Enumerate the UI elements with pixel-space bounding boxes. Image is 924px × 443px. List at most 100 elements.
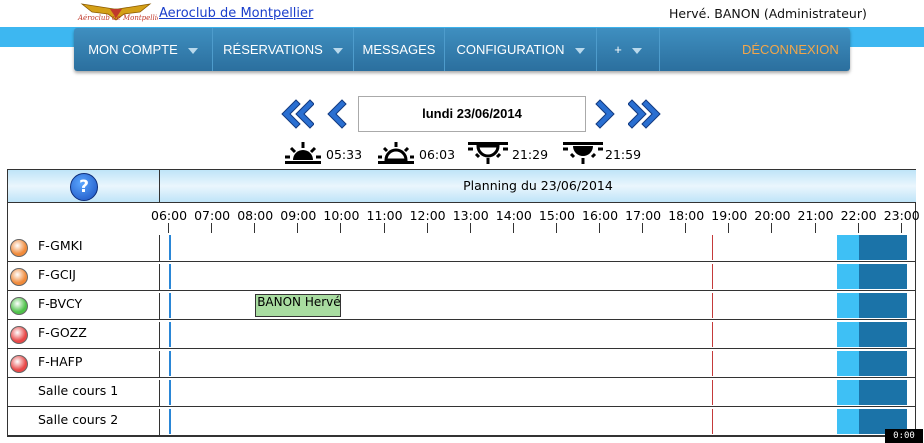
hour-tick bbox=[168, 223, 169, 233]
hour-tick bbox=[858, 223, 859, 233]
sunrise-icon bbox=[378, 142, 414, 164]
nav-configuration[interactable]: CONFIGURATION bbox=[445, 28, 597, 71]
nav-reservations[interactable]: RÉSERVATIONS bbox=[213, 28, 354, 71]
logout-link[interactable]: DÉCONNEXION bbox=[742, 28, 839, 71]
hour-tick bbox=[211, 223, 212, 233]
current-time-line bbox=[712, 322, 714, 347]
hour-tick bbox=[340, 223, 341, 233]
resource-name[interactable]: F-GOZZ bbox=[38, 325, 87, 340]
hour-label: 12:00 bbox=[409, 208, 446, 223]
main-nav: MON COMPTE RÉSERVATIONS MESSAGES CONFIGU… bbox=[74, 28, 850, 71]
hour-tick bbox=[254, 223, 255, 233]
timer-badge: 0:00 bbox=[885, 429, 923, 443]
resource-lane[interactable] bbox=[159, 351, 907, 377]
hour-tick bbox=[427, 223, 428, 233]
lane-start-marker bbox=[169, 322, 906, 347]
hour-label: 13:00 bbox=[452, 208, 489, 223]
resource-lane[interactable] bbox=[159, 235, 907, 261]
night-zone bbox=[858, 351, 907, 376]
resource-name[interactable]: Salle cours 2 bbox=[38, 412, 118, 427]
hour-label: 16:00 bbox=[582, 208, 619, 223]
hour-tick bbox=[771, 223, 772, 233]
night-zone bbox=[858, 293, 907, 318]
nav-label: RÉSERVATIONS bbox=[223, 42, 323, 57]
nav-more[interactable]: + bbox=[597, 28, 660, 71]
hour-tick bbox=[297, 223, 298, 233]
resource-row: F-HAFP bbox=[8, 351, 915, 378]
status-led-icon bbox=[10, 355, 28, 373]
resource-lane[interactable]: BANON Hervé. bbox=[159, 293, 907, 319]
double-chevron-left-icon[interactable] bbox=[278, 96, 314, 132]
resource-name[interactable]: Salle cours 1 bbox=[38, 383, 118, 398]
resource-name[interactable]: F-GCIJ bbox=[38, 267, 76, 282]
hour-tick bbox=[599, 223, 600, 233]
dusk-zone bbox=[837, 293, 859, 318]
nav-mon-compte[interactable]: MON COMPTE bbox=[74, 28, 213, 71]
site-link[interactable]: Aeroclub de Montpellier bbox=[159, 6, 313, 21]
sunset-icon bbox=[468, 142, 508, 164]
resource-lane[interactable] bbox=[159, 409, 907, 435]
hour-tick bbox=[728, 223, 729, 233]
resource-name[interactable]: F-HAFP bbox=[38, 354, 82, 369]
lane-start-marker bbox=[169, 409, 906, 434]
resource-lane[interactable] bbox=[159, 322, 907, 348]
hour-label: 18:00 bbox=[668, 208, 705, 223]
chevron-left-icon[interactable] bbox=[322, 96, 348, 132]
current-time-line bbox=[712, 264, 714, 289]
status-led-icon bbox=[10, 268, 28, 286]
dawn-icon bbox=[285, 142, 321, 164]
chevron-down-icon bbox=[187, 47, 198, 54]
sunrise-time: 06:03 bbox=[419, 147, 456, 162]
reservation-block[interactable]: BANON Hervé. bbox=[255, 294, 342, 317]
hour-tick bbox=[642, 223, 643, 233]
chevron-down-icon bbox=[332, 47, 343, 54]
hour-label: 19:00 bbox=[711, 208, 748, 223]
night-zone bbox=[858, 235, 907, 260]
nav-messages[interactable]: MESSAGES bbox=[354, 28, 445, 71]
current-time-line bbox=[712, 293, 714, 318]
hour-label: 08:00 bbox=[237, 208, 274, 223]
dusk-zone bbox=[837, 380, 859, 405]
dawn-time: 05:33 bbox=[326, 147, 363, 162]
club-logo[interactable]: Aéroclub de Montpellier bbox=[74, 0, 158, 26]
resource-row: F-GCIJ bbox=[8, 264, 915, 291]
hour-label: 06:00 bbox=[151, 208, 188, 223]
hour-label: 17:00 bbox=[625, 208, 662, 223]
nav-label: MESSAGES bbox=[362, 42, 436, 57]
logo-text: Aéroclub de Montpellier bbox=[78, 14, 158, 22]
chevron-down-icon bbox=[574, 47, 585, 54]
resource-row: Salle cours 2 bbox=[8, 409, 915, 436]
lane-start-marker bbox=[169, 235, 906, 260]
resource-row: F-BVCY BANON Hervé. bbox=[8, 293, 915, 320]
lane-start-marker bbox=[169, 351, 906, 376]
resource-name[interactable]: F-BVCY bbox=[38, 296, 82, 311]
user-info: Hervé. BANON (Administrateur) bbox=[669, 6, 867, 21]
hour-label: 07:00 bbox=[194, 208, 231, 223]
status-led-icon bbox=[10, 326, 28, 344]
hour-label: 11:00 bbox=[366, 208, 403, 223]
hour-tick bbox=[901, 223, 902, 233]
planning-title: Planning du 23/06/2014 bbox=[159, 170, 916, 203]
hour-label: 15:00 bbox=[538, 208, 575, 223]
dusk-time: 21:59 bbox=[605, 147, 642, 162]
dusk-icon bbox=[563, 142, 603, 164]
chevron-right-icon[interactable] bbox=[594, 96, 620, 132]
resource-name[interactable]: F-GMKI bbox=[38, 238, 83, 253]
hour-label: 23:00 bbox=[883, 208, 920, 223]
current-date[interactable]: lundi 23/06/2014 bbox=[358, 96, 586, 132]
resource-lane[interactable] bbox=[159, 264, 907, 290]
current-time-line bbox=[712, 409, 714, 434]
dusk-zone bbox=[837, 322, 859, 347]
hour-tick bbox=[685, 223, 686, 233]
hour-label: 20:00 bbox=[754, 208, 791, 223]
night-zone bbox=[858, 322, 907, 347]
resource-lane[interactable] bbox=[159, 380, 907, 406]
hour-tick bbox=[513, 223, 514, 233]
dusk-zone bbox=[837, 409, 859, 434]
help-icon[interactable]: ? bbox=[70, 173, 98, 201]
double-chevron-right-icon[interactable] bbox=[628, 96, 664, 132]
hour-label: 14:00 bbox=[495, 208, 532, 223]
status-led-icon bbox=[10, 239, 28, 257]
resource-row: F-GOZZ bbox=[8, 322, 915, 349]
hour-label: 09:00 bbox=[280, 208, 317, 223]
